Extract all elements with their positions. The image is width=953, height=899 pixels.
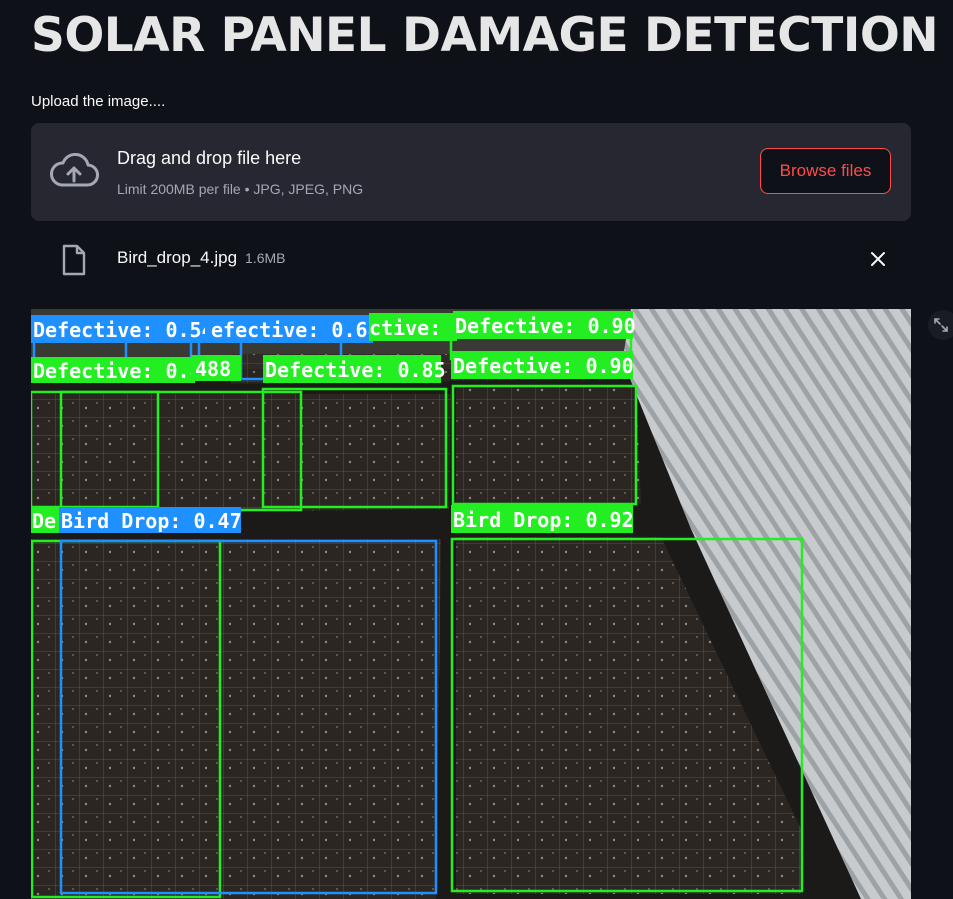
- detection-result-image: Defective: 0.54 efective: 0.68 ctive: ( …: [31, 309, 911, 899]
- dropzone-limit-text: Limit 200MB per file • JPG, JPEG, PNG: [117, 181, 364, 197]
- solar-panel-left-front: [31, 539, 441, 899]
- app-page: SOLAR PANEL DAMAGE DETECTION Upload the …: [0, 0, 953, 899]
- label-488: 488: [195, 357, 231, 381]
- label-bird-drop-047: Bird Drop: 0.47: [61, 509, 242, 533]
- detection-result-canvas: Defective: 0.54 efective: 0.68 ctive: ( …: [31, 309, 911, 899]
- label-defective-068: efective: 0.68: [211, 318, 380, 342]
- remove-file-button[interactable]: [865, 246, 891, 272]
- cloud-upload-icon: [50, 153, 99, 187]
- solar-panel-left-mid: [31, 394, 451, 514]
- expand-icon: [934, 318, 948, 332]
- label-defective-085: Defective: 0.85: [265, 358, 446, 382]
- file-name-text: Bird_drop_4.jpg: [117, 248, 238, 267]
- label-defective-084: Defective: 0.84: [33, 359, 214, 383]
- file-icon: [62, 244, 86, 276]
- label-defective-054: Defective: 0.54: [33, 318, 214, 342]
- dropzone-title: Drag and drop file here: [117, 148, 302, 168]
- label-defective-090: Defective: 0.90: [453, 354, 634, 378]
- file-dropzone[interactable]: Drag and drop file here Limit 200MB per …: [31, 123, 911, 221]
- solar-panel-right-mid: [456, 387, 641, 504]
- fullscreen-button[interactable]: [928, 310, 953, 340]
- uploaded-file-name: Bird_drop_4.jpg 1.6MB: [117, 248, 286, 268]
- browse-files-button[interactable]: Browse files: [760, 148, 891, 194]
- label-bird-drop-092: Bird Drop: 0.92: [453, 508, 634, 532]
- file-size: 1.6MB: [245, 250, 286, 266]
- page-title: SOLAR PANEL DAMAGE DETECTION: [31, 8, 939, 63]
- close-icon: [871, 252, 885, 266]
- label-defective-090-top: Defective: 0.90: [455, 314, 636, 338]
- upload-label: Upload the image....: [31, 93, 166, 110]
- label-de: De: [32, 509, 56, 533]
- label-defective-partial: ctive: (: [369, 316, 465, 340]
- uploaded-file-row: Bird_drop_4.jpg 1.6MB: [31, 238, 911, 282]
